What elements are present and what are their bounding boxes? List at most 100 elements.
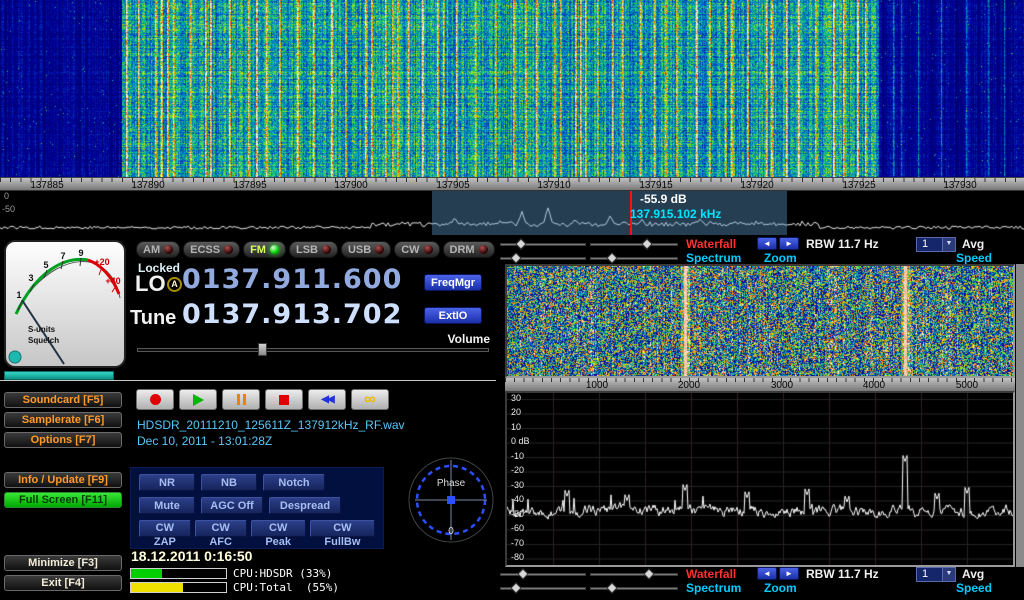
rewind-button[interactable]: ◀◀: [308, 389, 346, 410]
cursor-db-readout: -55.9 dB: [640, 192, 687, 206]
cw-zap-button[interactable]: CW ZAP: [139, 520, 191, 537]
zoomed-spectrum-display[interactable]: 30 20 10 0 dB -10 -20 -30 -40 -50 -60 -7…: [505, 391, 1015, 567]
mode-button-lsb[interactable]: LSB: [289, 241, 338, 258]
hz-scale-label: 5000: [947, 380, 987, 391]
waterfall-contrast-slider-bottom[interactable]: [590, 568, 678, 581]
cursor-frequency-readout: 137.915.102 kHz: [630, 207, 721, 221]
rbw-label: RBW 11.7 Hz: [806, 237, 879, 251]
zoomed-waterfall-display[interactable]: [505, 264, 1015, 378]
samplerate-button[interactable]: Samplerate [F6]: [4, 412, 122, 428]
spectrum-offset-slider-bottom[interactable]: [590, 582, 678, 595]
s-meter-tick-label: 5: [43, 260, 48, 270]
squelch-knob-icon[interactable]: [9, 351, 21, 363]
freq-scale-label: 137895: [228, 180, 272, 191]
play-icon: [193, 394, 204, 406]
db-scale-label: 10: [511, 422, 521, 432]
playback-datetime: 18.12.2011 0:16:50: [131, 548, 252, 564]
record-button[interactable]: [136, 389, 174, 410]
zoom-region-highlight[interactable]: [432, 191, 787, 235]
avg-select[interactable]: 1 ▼: [916, 237, 956, 252]
squelch-label: Squelch: [28, 336, 59, 345]
control-panel: 1 3 5 7 9 +20 +40 S-units Squelch Soundc…: [0, 235, 1024, 600]
dsp-panel: NR NB Notch Mute AGC Off Despread CW ZAP…: [130, 467, 384, 549]
mode-label: DRM: [450, 244, 475, 256]
squelch-level-bar[interactable]: [4, 371, 114, 380]
notch-button[interactable]: Notch: [263, 474, 325, 491]
db-scale-label: -70: [511, 538, 524, 548]
avg-select-value: 1: [917, 568, 942, 581]
db-axis-label: -50: [2, 204, 15, 214]
agc-button[interactable]: AGC Off: [201, 497, 263, 514]
freqmgr-button[interactable]: FreqMgr: [424, 274, 482, 291]
lo-frequency-display[interactable]: 0137.911.600: [182, 264, 402, 295]
main-spectrum-display[interactable]: 0 -50 -55.9 dB 137.915.102 kHz: [0, 191, 1024, 235]
mode-label: LSB: [296, 244, 318, 256]
waterfall-brightness-slider-bottom[interactable]: [500, 568, 586, 581]
nr-button[interactable]: NR: [139, 474, 195, 491]
band-step-left-button-bottom[interactable]: ◄: [757, 567, 777, 580]
right-edge-strip: [1016, 264, 1024, 567]
mode-button-usb[interactable]: USB: [341, 241, 391, 258]
hz-scale[interactable]: 1000 2000 3000 4000 5000: [505, 378, 1015, 391]
band-step-left-button[interactable]: ◄: [757, 237, 777, 250]
frequency-scale[interactable]: 137885 137890 137895 137900 137905 13791…: [0, 177, 1024, 191]
mode-button-ecss[interactable]: ECSS: [183, 241, 240, 258]
loop-button[interactable]: ∞: [351, 389, 389, 410]
right-arrow-icon: ►: [785, 569, 793, 578]
mode-button-am[interactable]: AM: [136, 241, 180, 258]
play-button[interactable]: [179, 389, 217, 410]
phase-marker-icon: [447, 496, 455, 504]
waterfall-contrast-slider[interactable]: [590, 238, 678, 251]
waterfall-brightness-slider[interactable]: [500, 238, 586, 251]
mode-button-cw[interactable]: CW: [394, 241, 439, 258]
db-scale-label: 20: [511, 407, 521, 417]
band-step-right-button[interactable]: ►: [779, 237, 799, 250]
extio-button[interactable]: ExtIO: [424, 307, 482, 324]
recording-filename: HDSDR_20111210_125611Z_137912kHz_RF.wav: [137, 418, 405, 432]
db-scale-label: -50: [511, 509, 524, 519]
zoomed-spectrum-canvas: [507, 393, 1013, 565]
cpu-total-fill: [131, 583, 183, 592]
cw-afc-button[interactable]: CW AFC: [195, 520, 247, 537]
stop-button[interactable]: [265, 389, 303, 410]
db-scale-label: -40: [511, 494, 524, 504]
main-waterfall-display[interactable]: [0, 0, 1024, 177]
volume-slider-track[interactable]: [137, 348, 489, 352]
mode-led-icon: [322, 245, 331, 254]
waterfall-label-bottom: Waterfall: [686, 567, 736, 581]
despread-button[interactable]: Despread: [269, 497, 341, 514]
volume-slider[interactable]: [137, 343, 489, 356]
tune-frequency-display[interactable]: 0137.913.702: [182, 299, 402, 330]
mode-label: FM: [250, 244, 266, 256]
band-step-right-button-bottom[interactable]: ►: [779, 567, 799, 580]
avg-select-bottom[interactable]: 1 ▼: [916, 567, 956, 582]
cw-fullbw-button[interactable]: CW FullBw: [310, 520, 375, 537]
a-badge-icon[interactable]: A: [167, 277, 182, 292]
mode-button-fm[interactable]: FM: [243, 241, 286, 258]
mute-button[interactable]: Mute: [139, 497, 195, 514]
mode-button-drm[interactable]: DRM: [443, 241, 495, 258]
fullscreen-button[interactable]: Full Screen [F11]: [4, 492, 122, 508]
exit-button[interactable]: Exit [F4]: [4, 575, 122, 591]
nb-button[interactable]: NB: [201, 474, 257, 491]
spectrum-label-bottom: Spectrum: [686, 581, 741, 595]
soundcard-button[interactable]: Soundcard [F5]: [4, 392, 122, 408]
zoom-label-bottom: Zoom: [764, 581, 797, 595]
volume-slider-thumb[interactable]: [258, 343, 267, 356]
db-scale-label: -20: [511, 465, 524, 475]
cpu-total-text: CPU:Total (55%): [233, 581, 339, 594]
avg-label-bottom: Avg: [962, 567, 984, 581]
right-arrow-icon: ►: [785, 239, 793, 248]
recording-timestamp: Dec 10, 2011 - 13:01:28Z: [137, 434, 272, 448]
left-arrow-icon: ◄: [763, 239, 771, 248]
options-button[interactable]: Options [F7]: [4, 432, 122, 448]
playback-controls: ◀◀ ∞: [136, 389, 389, 410]
freq-scale-label: 137900: [329, 180, 373, 191]
zoomed-waterfall-canvas: [507, 266, 1013, 376]
pause-button[interactable]: [222, 389, 260, 410]
s-meter-tick-label: 1: [16, 290, 21, 300]
spectrum-range-slider-bottom[interactable]: [500, 582, 586, 595]
minimize-button[interactable]: Minimize [F3]: [4, 555, 122, 571]
cw-peak-button[interactable]: CW Peak: [251, 520, 306, 537]
info-update-button[interactable]: Info / Update [F9]: [4, 472, 122, 488]
